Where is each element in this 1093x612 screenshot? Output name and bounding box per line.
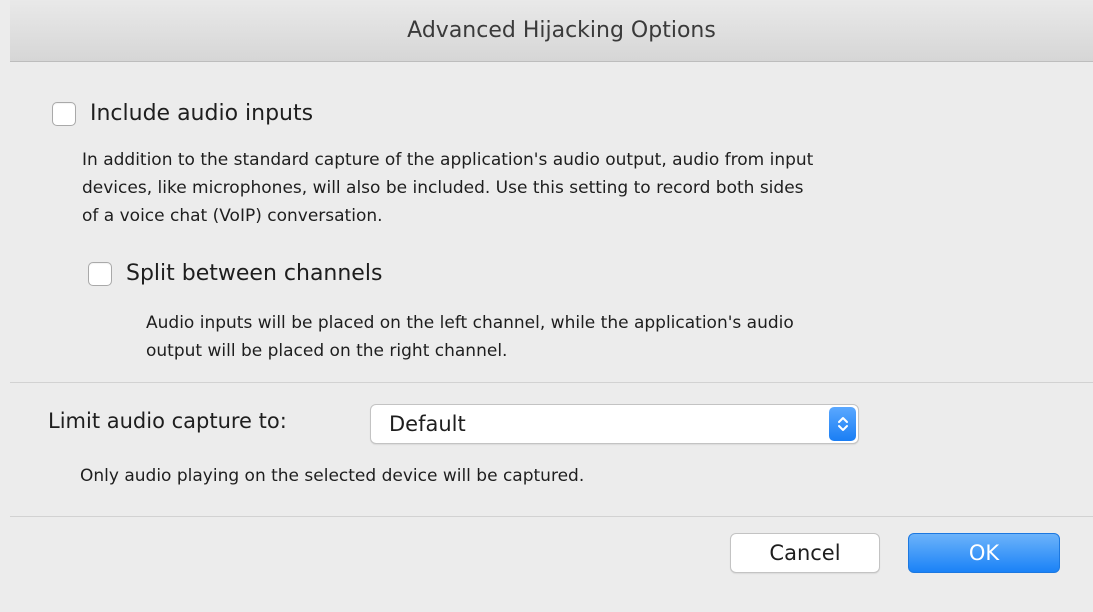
separator: [10, 516, 1093, 517]
capture-device-value: Default: [389, 412, 466, 436]
split-channels-label[interactable]: Split between channels: [126, 261, 382, 286]
separator: [10, 382, 1093, 383]
description-line: Audio inputs will be placed on the left …: [146, 313, 794, 333]
capture-device-select[interactable]: Default: [370, 404, 859, 444]
limit-capture-label: Limit audio capture to:: [48, 409, 287, 433]
advanced-hijacking-dialog: Advanced Hijacking Options Include audio…: [0, 0, 1093, 612]
limit-capture-note: Only audio playing on the selected devic…: [80, 466, 585, 486]
window-title: Advanced Hijacking Options: [407, 18, 716, 43]
ok-button[interactable]: OK: [908, 533, 1060, 573]
include-audio-inputs-label[interactable]: Include audio inputs: [90, 101, 313, 126]
split-channels-description: Audio inputs will be placed on the left …: [146, 309, 794, 365]
split-channels-row[interactable]: Split between channels: [88, 261, 382, 286]
include-audio-inputs-description: In addition to the standard capture of t…: [82, 146, 813, 230]
cancel-button[interactable]: Cancel: [730, 533, 880, 573]
description-line: of a voice chat (VoIP) conversation.: [82, 206, 383, 226]
up-down-chevron-icon[interactable]: [829, 407, 856, 441]
split-channels-checkbox[interactable]: [88, 261, 112, 286]
include-audio-inputs-row[interactable]: Include audio inputs: [52, 101, 313, 126]
description-line: In addition to the standard capture of t…: [82, 150, 814, 170]
description-line: output will be placed on the right chann…: [146, 341, 508, 361]
title-bar[interactable]: Advanced Hijacking Options: [10, 0, 1093, 62]
description-line: devices, like microphones, will also be …: [82, 178, 804, 198]
include-audio-inputs-checkbox[interactable]: [52, 101, 76, 126]
